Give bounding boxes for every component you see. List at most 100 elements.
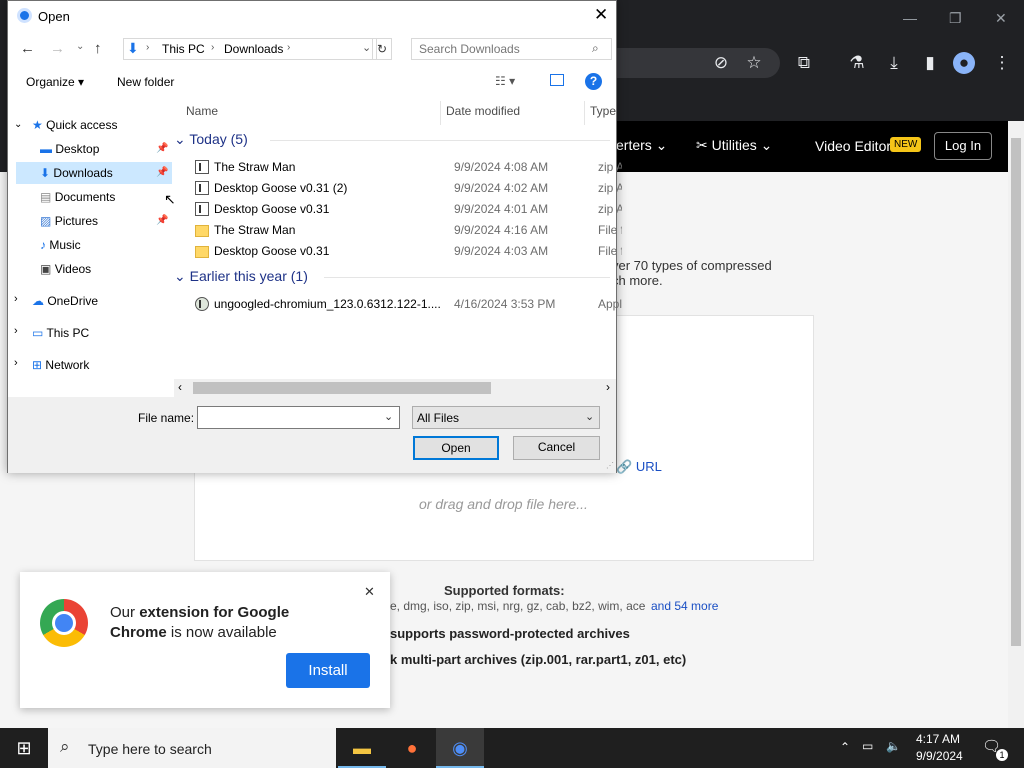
recent-dropdown-icon[interactable]: ⌄: [76, 41, 84, 52]
view-options-icon[interactable]: ☷ ▾: [495, 74, 515, 88]
organize-button[interactable]: Organize ▾: [26, 75, 84, 89]
nav-quick-access[interactable]: ★ Quick access: [32, 114, 172, 136]
labs-flask-icon[interactable]: ⚗: [845, 52, 869, 74]
minimize-button[interactable]: —: [903, 10, 917, 26]
horizontal-scrollbar-thumb[interactable]: [193, 382, 491, 394]
nav-pictures[interactable]: ▨ Pictures 📌: [16, 210, 172, 232]
folder-icon: [195, 225, 209, 237]
expand-quick-access-icon[interactable]: ⌄: [14, 119, 22, 130]
login-button[interactable]: Log In: [934, 132, 992, 160]
file-name: The Straw Man: [214, 160, 296, 174]
column-type[interactable]: Type: [590, 101, 616, 125]
more-formats-link[interactable]: and 54 more: [651, 599, 718, 613]
file-type: Appli: [598, 297, 622, 311]
breadcrumb-downloads[interactable]: Downloads: [224, 42, 283, 56]
address-breadcrumb[interactable]: ⬇ › This PC › Downloads › ⌄: [123, 38, 377, 60]
close-window-button[interactable]: ✕: [995, 10, 1007, 27]
navigation-pane: ⌄ ★ Quick access ▬ Desktop 📌 ⬇ Downloads 📌…: [8, 97, 176, 397]
file-date: 4/16/2024 3:53 PM: [454, 297, 556, 311]
file-name-input[interactable]: ⌄: [197, 406, 400, 429]
file-type-select[interactable]: All Files ⌄: [412, 406, 600, 429]
expand-this-pc-icon[interactable]: ›: [14, 325, 18, 337]
star-icon: ★: [32, 118, 43, 132]
side-panel-icon[interactable]: ▮: [918, 52, 942, 74]
clock-time[interactable]: 4:17 AM: [916, 732, 960, 746]
file-type-dropdown-icon[interactable]: ⌄: [585, 410, 594, 423]
firefox-icon[interactable]: ●: [388, 728, 436, 768]
group-today[interactable]: ⌄ Today (5): [174, 131, 616, 148]
new-folder-button[interactable]: New folder: [117, 75, 174, 89]
file-row[interactable]: Desktop Goose v0.31 (2) 9/9/2024 4:02 AM z…: [190, 178, 622, 199]
file-row[interactable]: Desktop Goose v0.31 9/9/2024 4:01 AM zip A: [190, 199, 622, 220]
taskbar-search[interactable]: ⌕ Type here to search: [48, 728, 336, 768]
clock-date[interactable]: 9/9/2024: [916, 749, 963, 763]
breadcrumb-this-pc[interactable]: This PC: [162, 42, 205, 56]
link-icon: 🔗: [616, 459, 633, 474]
forward-arrow-icon[interactable]: →: [50, 40, 65, 57]
expand-onedrive-icon[interactable]: ›: [14, 293, 18, 305]
nav-this-pc[interactable]: ▭ This PC: [32, 322, 172, 344]
bookmark-star-icon[interactable]: ☆: [742, 52, 766, 74]
up-arrow-icon[interactable]: ↑: [94, 40, 102, 57]
file-date: 9/9/2024 4:16 AM: [454, 223, 549, 237]
start-windows-icon[interactable]: ⊞: [0, 728, 48, 768]
scroll-left-icon[interactable]: ‹: [178, 380, 182, 394]
popup-close-icon[interactable]: ✕: [364, 584, 375, 600]
address-dropdown-icon[interactable]: ⌄: [362, 41, 371, 54]
file-row[interactable]: The Straw Man 9/9/2024 4:08 AM zip A: [190, 157, 622, 178]
feature-multipart: k multi-part archives (zip.001, rar.part…: [390, 652, 687, 667]
nav-converters[interactable]: erters ⌄: [616, 137, 667, 154]
network-tray-icon[interactable]: ▭: [862, 739, 873, 753]
profile-avatar-icon[interactable]: ●: [953, 52, 975, 74]
back-arrow-icon[interactable]: ←: [20, 40, 35, 57]
nav-network[interactable]: ⊞ Network: [32, 354, 172, 376]
open-file-dialog: Open ✕ ← → ⌄ ↑ ⬇ › This PC › Downloads ›…: [7, 0, 622, 473]
preview-pane-icon[interactable]: [550, 74, 564, 86]
nav-videos[interactable]: ▣ Videos: [16, 258, 172, 280]
file-type: zip A: [598, 202, 622, 216]
cancel-button[interactable]: Cancel: [513, 436, 600, 460]
site-navbar: erters ⌄ ✂ Utilities ⌄ Video Editor NEW …: [600, 121, 1008, 172]
menu-kebab-icon[interactable]: ⋮: [990, 52, 1014, 74]
nav-onedrive[interactable]: ☁ OneDrive: [32, 290, 172, 312]
volume-muted-icon[interactable]: 🔈: [886, 739, 901, 753]
column-name[interactable]: Name: [186, 101, 218, 125]
file-row[interactable]: Desktop Goose v0.31 9/9/2024 4:03 AM File …: [190, 241, 622, 262]
dialog-titlebar[interactable]: Open ✕: [8, 1, 616, 33]
nav-downloads[interactable]: ⬇ Downloads 📌: [16, 162, 172, 184]
url-option[interactable]: 🔗 URL: [616, 459, 662, 475]
file-explorer-icon[interactable]: ▬: [338, 728, 386, 768]
download-icon[interactable]: ⤓: [882, 52, 906, 74]
nav-video-editor[interactable]: Video Editor: [815, 138, 891, 154]
dialog-close-icon[interactable]: ✕: [594, 5, 608, 25]
search-input[interactable]: Search Downloads ⌕: [411, 38, 612, 60]
help-icon[interactable]: ?: [585, 73, 602, 90]
refresh-icon[interactable]: ↻: [372, 38, 392, 60]
resize-grip-icon[interactable]: ⋰: [606, 461, 614, 470]
nav-documents[interactable]: ▤ Documents ↖: [16, 186, 176, 208]
nav-music[interactable]: ♪ Music: [16, 234, 172, 256]
page-scrollbar-thumb[interactable]: [1011, 138, 1021, 646]
file-row[interactable]: ungoogled-chromium_123.0.6312.122-1.... 4…: [190, 294, 622, 315]
popup-message: Our extension for Google Chrome is now av…: [110, 604, 290, 641]
open-button[interactable]: Open: [413, 436, 499, 460]
nav-utilities[interactable]: ✂ Utilities ⌄: [696, 137, 772, 154]
column-date-modified[interactable]: Date modified: [446, 101, 520, 125]
search-icon: ⌕: [592, 41, 599, 55]
formats-list: e, dmg, iso, zip, msi, nrg, gz, cab, bz2…: [390, 599, 646, 613]
tray-chevron-icon[interactable]: ⌃: [840, 740, 850, 754]
extensions-icon[interactable]: ⧉: [792, 52, 816, 74]
pin-icon: 📌: [156, 167, 169, 178]
file-name-dropdown-icon[interactable]: ⌄: [384, 410, 393, 423]
zip-file-icon: [195, 202, 209, 216]
eye-off-icon[interactable]: ⊘: [709, 52, 733, 74]
expand-network-icon[interactable]: ›: [14, 357, 18, 369]
restore-button[interactable]: ❐: [949, 10, 962, 27]
install-button[interactable]: Install: [286, 653, 370, 688]
group-earlier[interactable]: ⌄ Earlier this year (1): [174, 268, 616, 285]
chromium-taskbar-icon[interactable]: ◉: [436, 728, 484, 768]
file-row[interactable]: The Straw Man 9/9/2024 4:16 AM File fo: [190, 220, 622, 241]
nav-desktop[interactable]: ▬ Desktop 📌: [16, 138, 172, 160]
file-name: Desktop Goose v0.31 (2): [214, 181, 348, 195]
scroll-right-icon[interactable]: ›: [606, 380, 610, 394]
